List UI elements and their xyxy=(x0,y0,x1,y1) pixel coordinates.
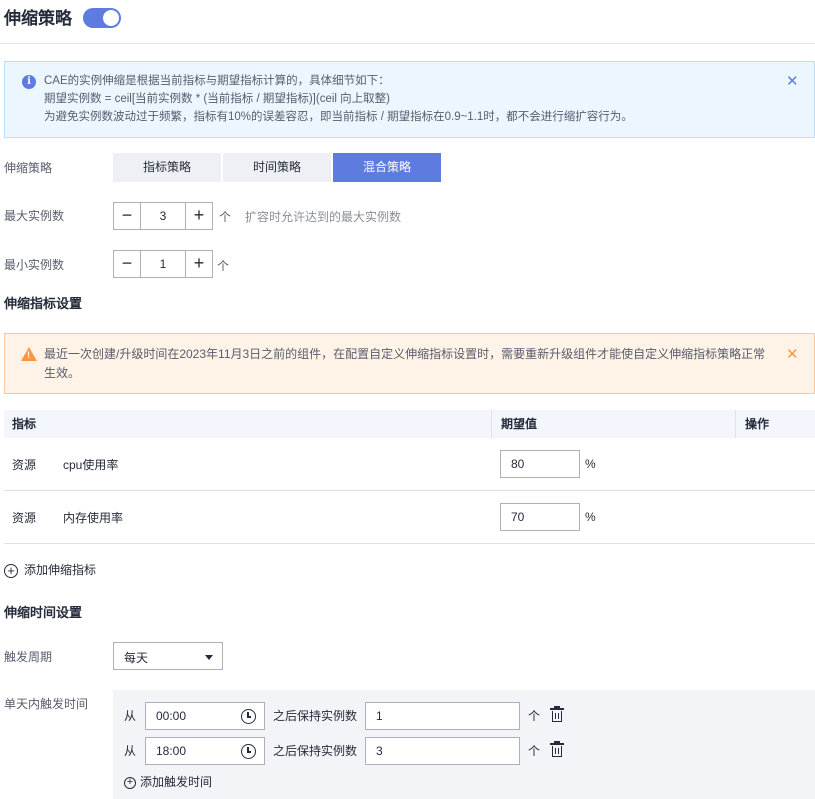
unit-label: 个 xyxy=(528,709,541,723)
add-trigger-time-link[interactable]: + 添加触发时间 xyxy=(124,774,212,790)
clock-icon xyxy=(241,709,256,724)
column-divider xyxy=(735,410,736,438)
instance-count-input[interactable]: 1 xyxy=(365,702,520,730)
tab-metric-strategy[interactable]: 指标策略 xyxy=(113,153,221,182)
time-value: 00:00 xyxy=(156,709,187,723)
min-instances-stepper: − 1 + xyxy=(113,250,213,278)
trash-icon[interactable] xyxy=(550,706,564,722)
percent-unit: % xyxy=(585,457,596,471)
max-instances-label: 最大实例数 xyxy=(4,209,65,223)
plus-circle-icon: + xyxy=(4,563,18,578)
plus-circle-icon: + xyxy=(124,776,136,789)
info-line-1: CAE的实例伸缩是根据当前指标与期望指标计算的，具体细节如下： xyxy=(44,75,390,87)
column-divider xyxy=(491,410,492,438)
clock-icon xyxy=(241,744,256,759)
max-instances-value[interactable]: 3 xyxy=(141,203,185,229)
row-type: 资源 xyxy=(12,511,37,525)
close-icon[interactable]: ✕ xyxy=(786,347,799,362)
decrement-button[interactable]: − xyxy=(114,251,141,277)
min-instances-value[interactable]: 1 xyxy=(141,251,185,277)
time-section-title: 伸缩时间设置 xyxy=(4,605,83,620)
row-divider xyxy=(4,543,815,544)
row-metric: 内存使用率 xyxy=(63,511,124,525)
instance-count-input[interactable]: 3 xyxy=(365,737,520,765)
instance-count-value: 3 xyxy=(376,744,383,758)
page-title: 伸缩策略 xyxy=(4,9,72,28)
expected-value-input[interactable]: 70 xyxy=(500,503,580,531)
toggle-knob xyxy=(103,10,119,26)
time-picker[interactable]: 00:00 xyxy=(145,702,265,730)
column-header-metric: 指标 xyxy=(12,417,37,431)
expected-value-input[interactable]: 80 xyxy=(500,450,580,478)
time-picker[interactable]: 18:00 xyxy=(145,737,265,765)
daily-trigger-label: 单天内触发时间 xyxy=(4,697,89,711)
increment-button[interactable]: + xyxy=(185,203,212,229)
scaling-toggle[interactable] xyxy=(83,8,121,28)
row-metric: cpu使用率 xyxy=(63,458,119,472)
decrement-button[interactable]: − xyxy=(114,203,141,229)
from-label: 从 xyxy=(124,709,137,723)
unit-label: 个 xyxy=(217,259,230,273)
warning-banner: ! 最近一次创建/升级时间在2023年11月3日之前的组件，在配置自定义伸缩指标… xyxy=(4,333,815,394)
chevron-down-icon xyxy=(205,655,213,660)
trigger-cycle-select[interactable]: 每天 xyxy=(113,642,223,670)
from-label: 从 xyxy=(124,744,137,758)
strategy-label: 伸缩策略 xyxy=(4,161,53,175)
column-header-action: 操作 xyxy=(745,417,770,431)
warning-line-2: 生效。 xyxy=(44,366,81,380)
strategy-segmented-control: 指标策略 时间策略 混合策略 xyxy=(113,153,441,182)
tab-mixed-strategy[interactable]: 混合策略 xyxy=(333,153,441,182)
row-type: 资源 xyxy=(12,458,37,472)
keep-instances-label: 之后保持实例数 xyxy=(273,709,358,723)
info-line-3: 为避免实例数波动过于频繁，指标有10%的误差容忍，即当前指标 / 期望指标在0.… xyxy=(44,111,633,123)
tab-time-strategy[interactable]: 时间策略 xyxy=(223,153,331,182)
metric-section-title: 伸缩指标设置 xyxy=(4,296,83,311)
info-line-2: 期望实例数 = ceil[当前实例数 * (当前指标 / 期望指标)](ceil… xyxy=(44,93,390,105)
keep-instances-label: 之后保持实例数 xyxy=(273,744,358,758)
max-instances-hint: 扩容时允许达到的最大实例数 xyxy=(245,210,402,224)
divider xyxy=(0,43,815,44)
trigger-cycle-value: 每天 xyxy=(124,651,149,665)
increment-button[interactable]: + xyxy=(185,251,212,277)
trigger-cycle-label: 触发周期 xyxy=(4,650,53,664)
info-banner: i CAE的实例伸缩是根据当前指标与期望指标计算的，具体细节如下： 期望实例数 … xyxy=(4,61,815,138)
warning-icon: ! xyxy=(21,347,37,361)
instance-count-value: 1 xyxy=(376,709,383,723)
warning-line-1: 最近一次创建/升级时间在2023年11月3日之前的组件，在配置自定义伸缩指标设置… xyxy=(44,347,766,361)
daily-trigger-panel: 从 00:00 之后保持实例数 1 个 从 18:00 之后保持实例数 3 个 … xyxy=(113,690,815,799)
time-value: 18:00 xyxy=(156,744,187,758)
trash-icon[interactable] xyxy=(550,741,564,757)
unit-label: 个 xyxy=(528,744,541,758)
unit-label: 个 xyxy=(219,210,232,224)
row-divider xyxy=(4,490,815,491)
add-metric-label: 添加伸缩指标 xyxy=(24,563,97,577)
column-header-expected: 期望值 xyxy=(501,417,538,431)
percent-unit: % xyxy=(585,510,596,524)
metric-table-header: 指标 期望值 操作 xyxy=(4,410,815,438)
info-icon: i xyxy=(22,75,36,89)
add-metric-link[interactable]: + 添加伸缩指标 xyxy=(4,562,96,578)
add-trigger-time-label: 添加触发时间 xyxy=(140,775,213,789)
min-instances-label: 最小实例数 xyxy=(4,258,65,272)
max-instances-stepper: − 3 + xyxy=(113,202,213,230)
close-icon[interactable]: ✕ xyxy=(786,74,799,89)
